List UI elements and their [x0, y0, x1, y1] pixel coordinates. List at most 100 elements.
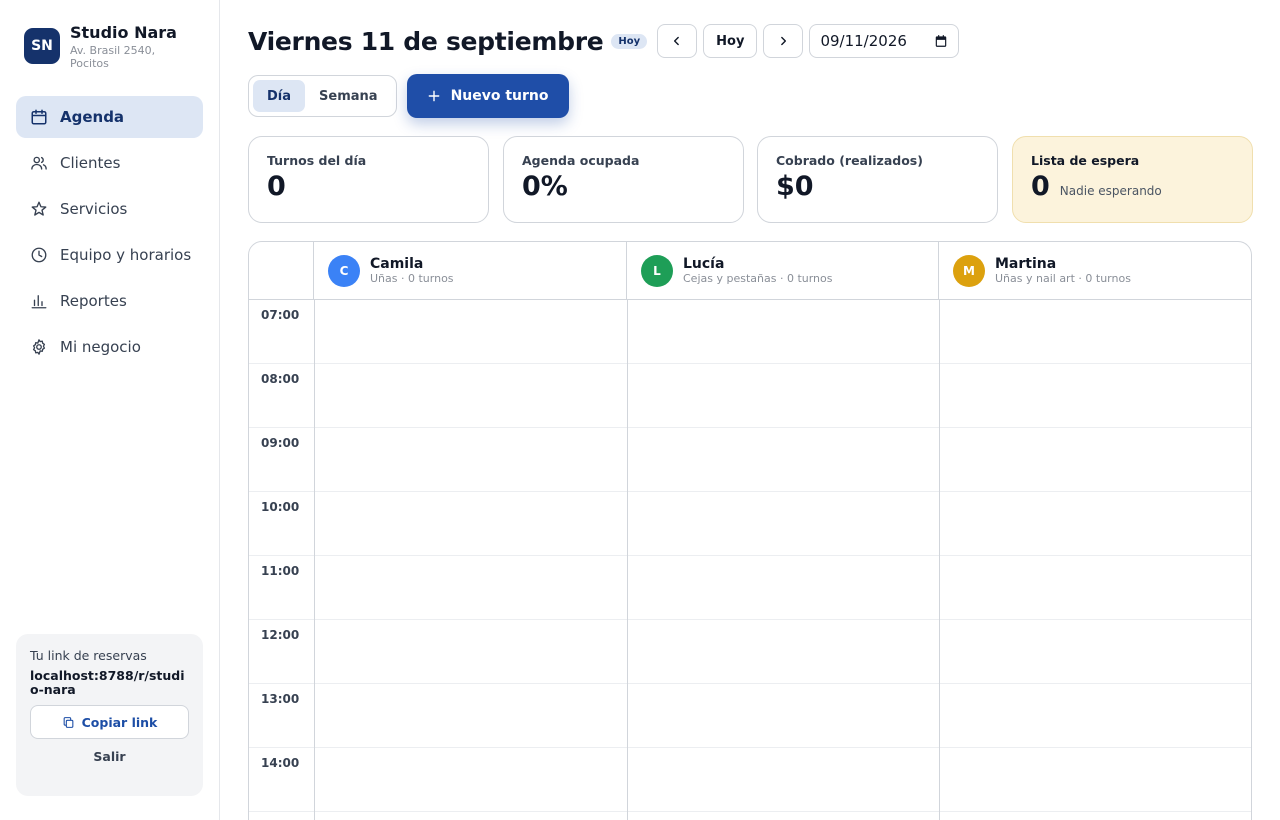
previous-day-button[interactable] — [657, 24, 698, 58]
sidebar-item-servicios[interactable]: Servicios — [16, 188, 203, 230]
hour-label: 14:00 — [261, 756, 300, 770]
clock-icon — [31, 247, 47, 263]
staff-name: Martina — [995, 256, 1057, 272]
date-value: 09/11/2026 — [820, 32, 907, 50]
stat-card-ocupada: Agenda ocupada 0% — [503, 136, 744, 223]
sidebar-item-mi-negocio[interactable]: Mi negocio — [16, 326, 203, 368]
hour-label: 07:00 — [261, 308, 300, 322]
hour-label: 12:00 — [261, 628, 300, 642]
stat-card-cobrado: Cobrado (realizados) $0 — [757, 136, 998, 223]
hour-label: 11:00 — [261, 564, 300, 578]
logout-button[interactable]: Salir — [30, 749, 189, 764]
sidebar-item-label: Servicios — [60, 200, 128, 218]
sidebar-nav: Agenda Clientes Servicios Equipo y horar… — [16, 96, 203, 372]
staff-info: Martina Uñas y nail art · 0 turnos — [995, 256, 1131, 286]
sidebar-item-agenda[interactable]: Agenda — [16, 96, 203, 138]
view-switcher: Día Semana — [248, 75, 397, 117]
staff-name: Camila — [370, 256, 424, 272]
avatar: L — [641, 255, 673, 287]
column-divider — [939, 300, 940, 820]
users-icon — [31, 156, 47, 170]
bar-chart-icon — [31, 295, 47, 309]
booking-link-label: Tu link de reservas — [30, 648, 147, 663]
copy-link-button[interactable]: Copiar link — [30, 705, 189, 739]
hour-label: 09:00 — [261, 436, 300, 450]
view-week-tab[interactable]: Semana — [305, 80, 392, 112]
stat-card-lista-espera[interactable]: Lista de espera 0 Nadie esperando — [1012, 136, 1253, 223]
chevron-left-icon — [674, 36, 680, 46]
page-title: Viernes 11 de septiembre — [248, 26, 604, 56]
sidebar-item-label: Reportes — [60, 292, 127, 310]
hour-label: 10:00 — [261, 500, 300, 514]
booking-link-card: Tu link de reservas localhost:8788/r/stu… — [16, 634, 203, 796]
stat-label: Turnos del día — [267, 153, 367, 168]
stat-label: Agenda ocupada — [522, 153, 640, 168]
hour-row[interactable]: 12:00 — [249, 620, 1251, 684]
sidebar-item-clientes[interactable]: Clientes — [16, 142, 203, 184]
view-day-tab[interactable]: Día — [253, 80, 306, 112]
brand-name: Studio Nara — [70, 23, 177, 42]
day-calendar: C Camila Uñas · 0 turnos L Lucía Cejas y… — [248, 241, 1252, 820]
staff-info: Lucía Cejas y pestañas · 0 turnos — [683, 256, 833, 286]
calendar-grid[interactable]: 07:00 08:00 09:00 10:00 11:00 12:00 13:0… — [249, 300, 1251, 820]
stat-card-turnos: Turnos del día 0 — [248, 136, 489, 223]
stat-label: Cobrado (realizados) — [776, 153, 923, 168]
star-icon — [31, 201, 47, 216]
brand-text: Studio Nara Av. Brasil 2540, Pocitos — [70, 23, 180, 71]
staff-info: Camila Uñas · 0 turnos — [370, 256, 454, 286]
gear-icon — [32, 339, 46, 355]
page-header: Viernes 11 de septiembre Hoy Hoy 09/11/2… — [248, 24, 960, 58]
agenda-toolbar: Día Semana Nuevo turno — [248, 74, 569, 118]
plus-icon — [428, 90, 439, 102]
sidebar-item-equipo[interactable]: Equipo y horarios — [16, 234, 203, 276]
sidebar-item-label: Mi negocio — [60, 338, 141, 356]
staff-column-header[interactable]: M Martina Uñas y nail art · 0 turnos — [939, 242, 1251, 300]
hour-row[interactable]: 10:00 — [249, 492, 1251, 556]
hour-row[interactable]: 13:00 — [249, 684, 1251, 748]
column-divider — [314, 300, 315, 820]
sidebar-item-label: Agenda — [60, 108, 125, 126]
calendar-icon — [31, 109, 47, 125]
brand-address: Av. Brasil 2540, Pocitos — [70, 44, 156, 70]
staff-column-header[interactable]: C Camila Uñas · 0 turnos — [314, 242, 627, 300]
stat-note: Nadie esperando — [1059, 184, 1162, 198]
staff-meta: Uñas y nail art · 0 turnos — [995, 272, 1131, 285]
stat-number: $0 — [776, 171, 814, 202]
staff-name: Lucía — [683, 256, 725, 272]
stat-number: 0 — [1031, 171, 1050, 202]
stat-value: $0 — [776, 171, 979, 202]
stat-number: 0 — [267, 171, 286, 202]
sidebar: SN Studio Nara Av. Brasil 2540, Pocitos … — [0, 0, 220, 820]
sidebar-item-reportes[interactable]: Reportes — [16, 280, 203, 322]
avatar: C — [328, 255, 360, 287]
stat-value: 0% — [522, 171, 725, 202]
sidebar-item-label: Equipo y horarios — [60, 246, 192, 264]
hour-row[interactable]: 09:00 — [249, 428, 1251, 492]
today-button[interactable]: Hoy — [703, 24, 758, 58]
calendar-header: C Camila Uñas · 0 turnos L Lucía Cejas y… — [249, 242, 1251, 300]
brand: SN Studio Nara Av. Brasil 2540, Pocitos — [24, 24, 180, 70]
stat-value: 0 Nadie esperando — [1031, 171, 1234, 202]
hour-row[interactable]: 11:00 — [249, 556, 1251, 620]
hour-label: 13:00 — [261, 692, 300, 706]
brand-logo: SN — [24, 28, 60, 64]
calendar-picker-icon[interactable] — [934, 34, 948, 48]
stat-value: 0 — [267, 171, 470, 202]
new-appointment-button[interactable]: Nuevo turno — [406, 74, 569, 118]
sidebar-item-label: Clientes — [60, 154, 121, 172]
staff-column-header[interactable]: L Lucía Cejas y pestañas · 0 turnos — [627, 242, 939, 300]
new-appointment-label: Nuevo turno — [450, 88, 549, 104]
hour-row[interactable]: 08:00 — [249, 364, 1251, 428]
column-divider — [627, 300, 628, 820]
copy-link-label: Copiar link — [81, 714, 158, 730]
staff-meta: Uñas · 0 turnos — [370, 272, 454, 285]
hour-row[interactable]: 07:00 — [249, 300, 1251, 364]
chevron-right-icon — [781, 36, 787, 46]
next-day-button[interactable] — [763, 24, 804, 58]
stat-number: 0% — [522, 171, 568, 202]
time-gutter-header — [249, 242, 314, 300]
copy-icon — [63, 716, 73, 728]
date-picker-input[interactable]: 09/11/2026 — [809, 24, 960, 58]
booking-link-url: localhost:8788/r/studio-nara — [30, 668, 185, 697]
hour-row[interactable]: 14:00 — [249, 748, 1251, 812]
